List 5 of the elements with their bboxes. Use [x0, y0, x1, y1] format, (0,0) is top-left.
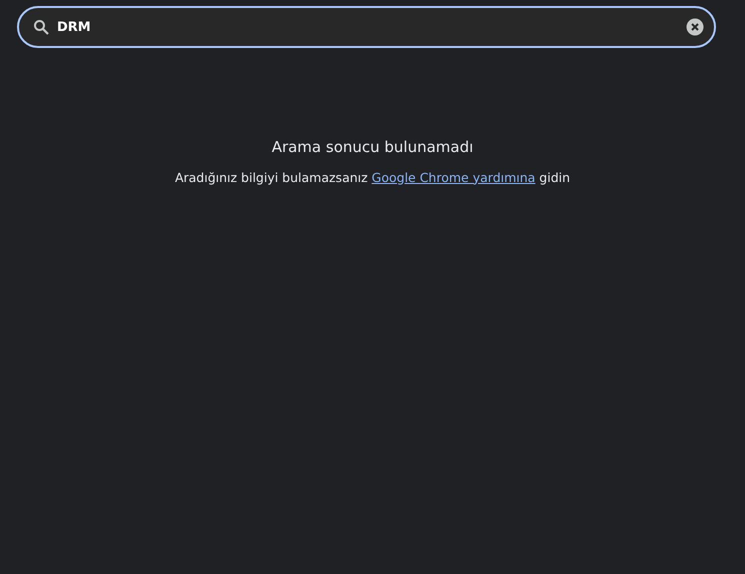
clear-button[interactable]: [686, 18, 704, 36]
empty-state-title: Arama sonucu bulunamadı: [270, 137, 474, 158]
help-link[interactable]: Google Chrome yardımına: [372, 170, 536, 184]
help-message: Aradığınız bilgiyi bulamazsanız Google Chrome yardımına gidin: [174, 168, 572, 187]
search-field[interactable]: DRM: [17, 6, 716, 48]
